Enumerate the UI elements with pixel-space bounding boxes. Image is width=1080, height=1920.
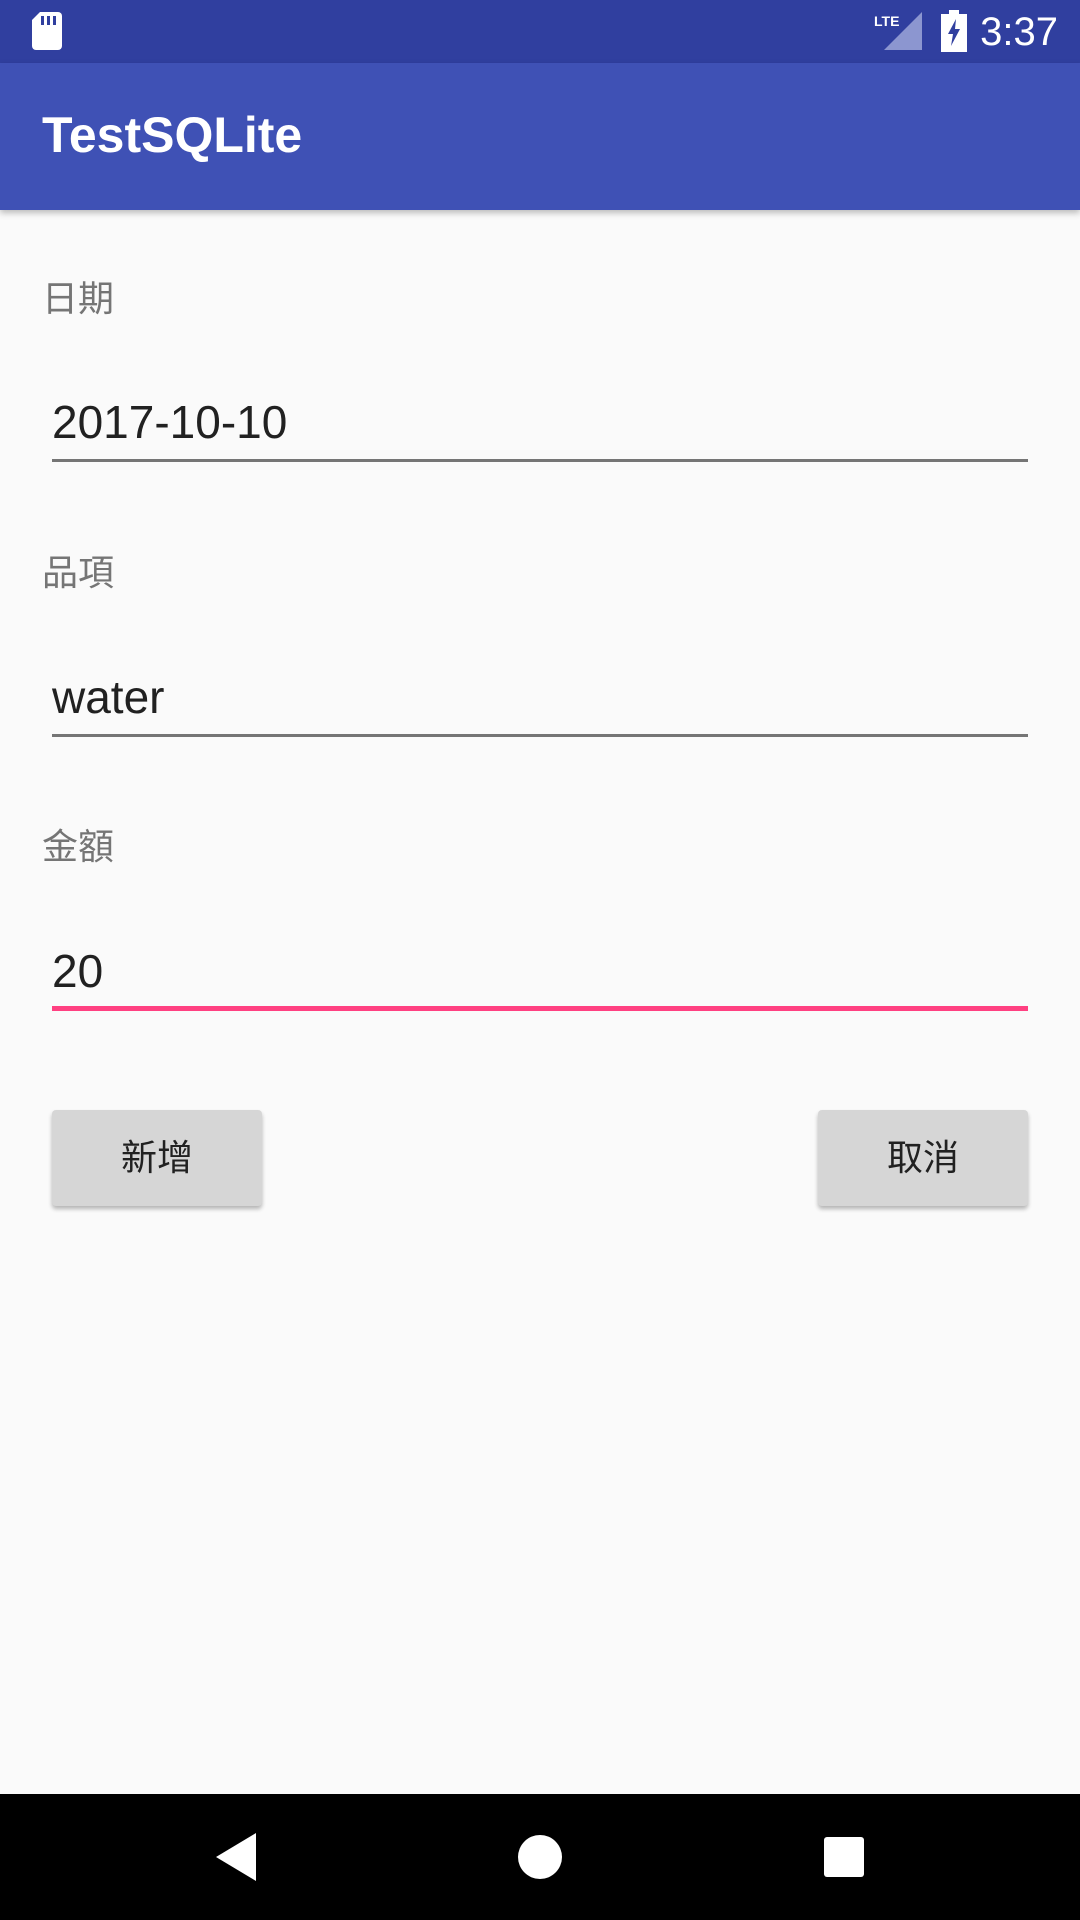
recents-icon[interactable] xyxy=(814,1827,874,1887)
date-input[interactable]: 2017-10-10 xyxy=(52,392,1028,462)
svg-text:LTE: LTE xyxy=(874,13,899,29)
item-input[interactable]: water xyxy=(52,667,1028,737)
add-button[interactable]: 新增 xyxy=(52,1110,262,1206)
date-label: 日期 xyxy=(42,278,115,319)
back-icon[interactable] xyxy=(206,1827,266,1887)
navigation-bar xyxy=(0,1794,1080,1920)
cancel-button[interactable]: 取消 xyxy=(818,1110,1028,1206)
item-label: 品項 xyxy=(42,552,115,593)
amount-input[interactable]: 20 xyxy=(52,941,1028,1011)
amount-label: 金額 xyxy=(42,826,115,867)
sd-card-icon xyxy=(32,12,62,50)
status-bar: LTE 3:37 xyxy=(0,0,1080,63)
battery-charging-icon xyxy=(941,10,967,52)
status-time: 3:37 xyxy=(980,10,1058,54)
screen: LTE 3:37 TestSQLite 日期 2017-10-10 品項 wat… xyxy=(0,0,1080,1920)
app-title: TestSQLite xyxy=(42,107,303,163)
app-bar: TestSQLite xyxy=(0,63,1080,210)
lte-signal-icon: LTE xyxy=(874,12,922,50)
home-icon[interactable] xyxy=(510,1827,570,1887)
